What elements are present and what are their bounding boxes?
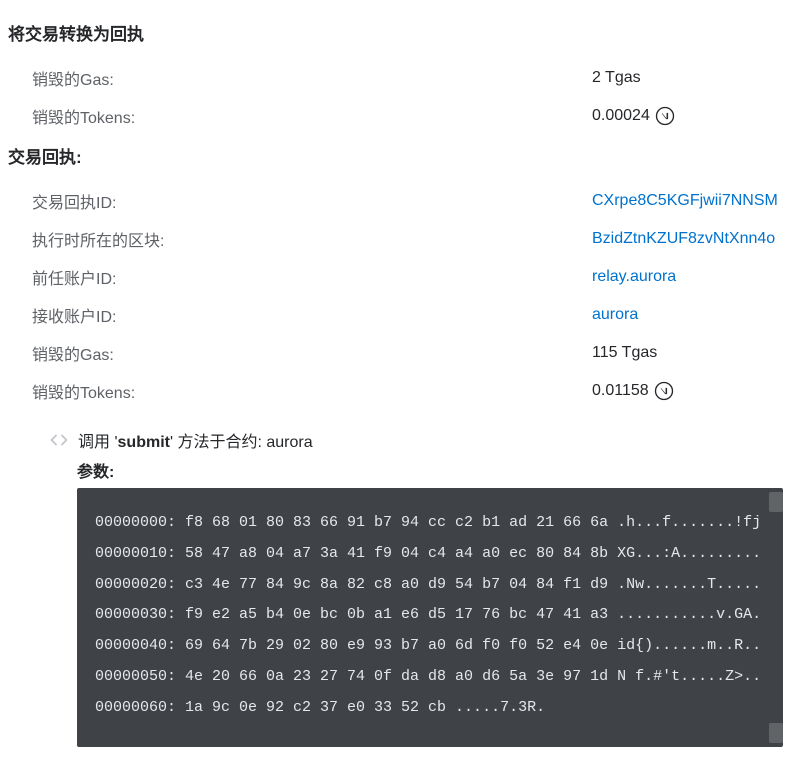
receipt-tokens-value: 0.01158 xyxy=(592,381,793,401)
near-token-icon xyxy=(655,106,675,126)
receipt-receiver-row: 接收账户ID: aurora xyxy=(8,296,793,334)
receipt-gas-value: 115 Tgas xyxy=(592,344,793,362)
receipt-id-row: 交易回执ID: CXrpe8C5KGFjwii7NNSM xyxy=(8,182,793,220)
receipt-block-row: 执行时所在的区块: BzidZtnKZUF8zvNtXnn4o xyxy=(8,220,793,258)
action-prefix: 调用 ' xyxy=(78,434,118,451)
action-mid: ' 方法于合约: xyxy=(170,434,266,451)
receipt-block-link[interactable]: BzidZtnKZUF8zvNtXnn4o xyxy=(592,230,775,248)
receipt-section-title: 交易回执: xyxy=(8,143,793,168)
convert-tokens-value: 0.00024 xyxy=(592,106,793,126)
action-title: 调用 'submit' 方法于合约: aurora xyxy=(78,428,313,452)
code-icon xyxy=(50,431,68,449)
convert-section-title: 将交易转换为回执 xyxy=(8,20,793,45)
action-header: 调用 'submit' 方法于合约: aurora xyxy=(50,428,793,452)
receipt-id-link[interactable]: CXrpe8C5KGFjwii7NNSM xyxy=(592,192,778,210)
convert-tokens-number: 0.00024 xyxy=(592,107,650,125)
convert-gas-label: 销毁的Gas: xyxy=(32,66,592,90)
convert-tokens-label: 销毁的Tokens: xyxy=(32,104,592,128)
receipt-gas-row: 销毁的Gas: 115 Tgas xyxy=(8,334,793,372)
action-method: submit xyxy=(118,434,170,451)
receipt-gas-label: 销毁的Gas: xyxy=(32,341,592,365)
convert-tokens-row: 销毁的Tokens: 0.00024 xyxy=(8,97,793,135)
near-token-icon xyxy=(654,381,674,401)
scrollbar-thumb-top[interactable] xyxy=(769,492,783,512)
receipt-receiver-label: 接收账户ID: xyxy=(32,303,592,327)
action-contract: aurora xyxy=(266,434,312,451)
scrollbar-thumb-bottom[interactable] xyxy=(769,723,783,743)
hex-dump: 00000000: f8 68 01 80 83 66 91 b7 94 cc … xyxy=(77,488,783,747)
receipt-id-label: 交易回执ID: xyxy=(32,189,592,213)
receipt-block-label: 执行时所在的区块: xyxy=(32,227,592,251)
hex-container: 00000000: f8 68 01 80 83 66 91 b7 94 cc … xyxy=(77,488,783,747)
receipt-predecessor-label: 前任账户ID: xyxy=(32,265,592,289)
action-block: 调用 'submit' 方法于合约: aurora 参数: 00000000: … xyxy=(50,428,793,747)
receipt-receiver-link[interactable]: aurora xyxy=(592,306,638,324)
receipt-tokens-row: 销毁的Tokens: 0.01158 xyxy=(8,372,793,410)
convert-gas-row: 销毁的Gas: 2 Tgas xyxy=(8,59,793,97)
receipt-predecessor-row: 前任账户ID: relay.aurora xyxy=(8,258,793,296)
receipt-tokens-label: 销毁的Tokens: xyxy=(32,379,592,403)
args-label: 参数: xyxy=(77,458,793,482)
receipt-predecessor-link[interactable]: relay.aurora xyxy=(592,268,676,286)
receipt-tokens-number: 0.01158 xyxy=(592,382,649,400)
convert-gas-value: 2 Tgas xyxy=(592,69,793,87)
